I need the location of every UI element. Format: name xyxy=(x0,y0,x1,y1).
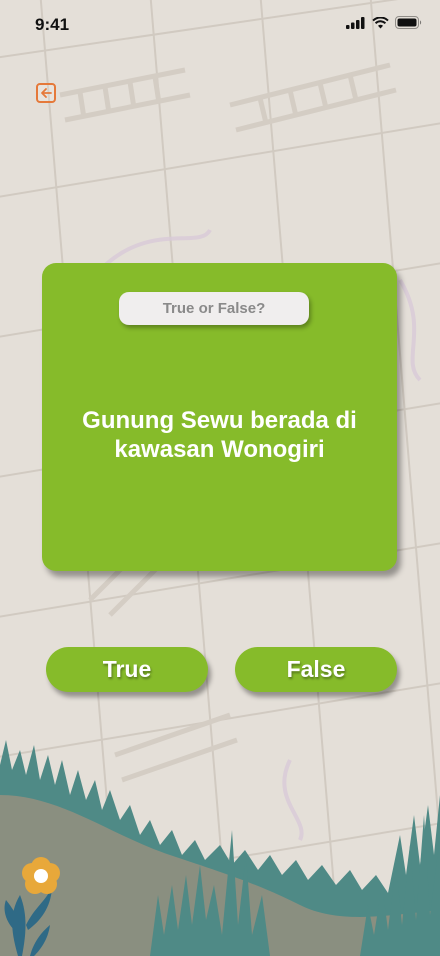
question-type-badge: True or False? xyxy=(119,292,309,325)
status-bar: 9:41 xyxy=(0,0,440,50)
status-time: 9:41 xyxy=(35,15,70,34)
question-text: Gunung Sewu berada di kawasan Wonogiri xyxy=(82,407,357,463)
false-button[interactable]: False xyxy=(235,647,397,692)
wifi-icon xyxy=(372,16,389,28)
landscape-decoration xyxy=(0,740,440,956)
signal-icon xyxy=(346,16,365,29)
question-card: True or False? Gunung Sewu berada di kaw… xyxy=(42,263,397,571)
back-button[interactable] xyxy=(36,83,56,103)
true-button[interactable]: True xyxy=(46,647,208,692)
battery-icon xyxy=(395,16,422,29)
status-icons xyxy=(346,16,422,29)
back-arrow-icon xyxy=(41,88,52,98)
